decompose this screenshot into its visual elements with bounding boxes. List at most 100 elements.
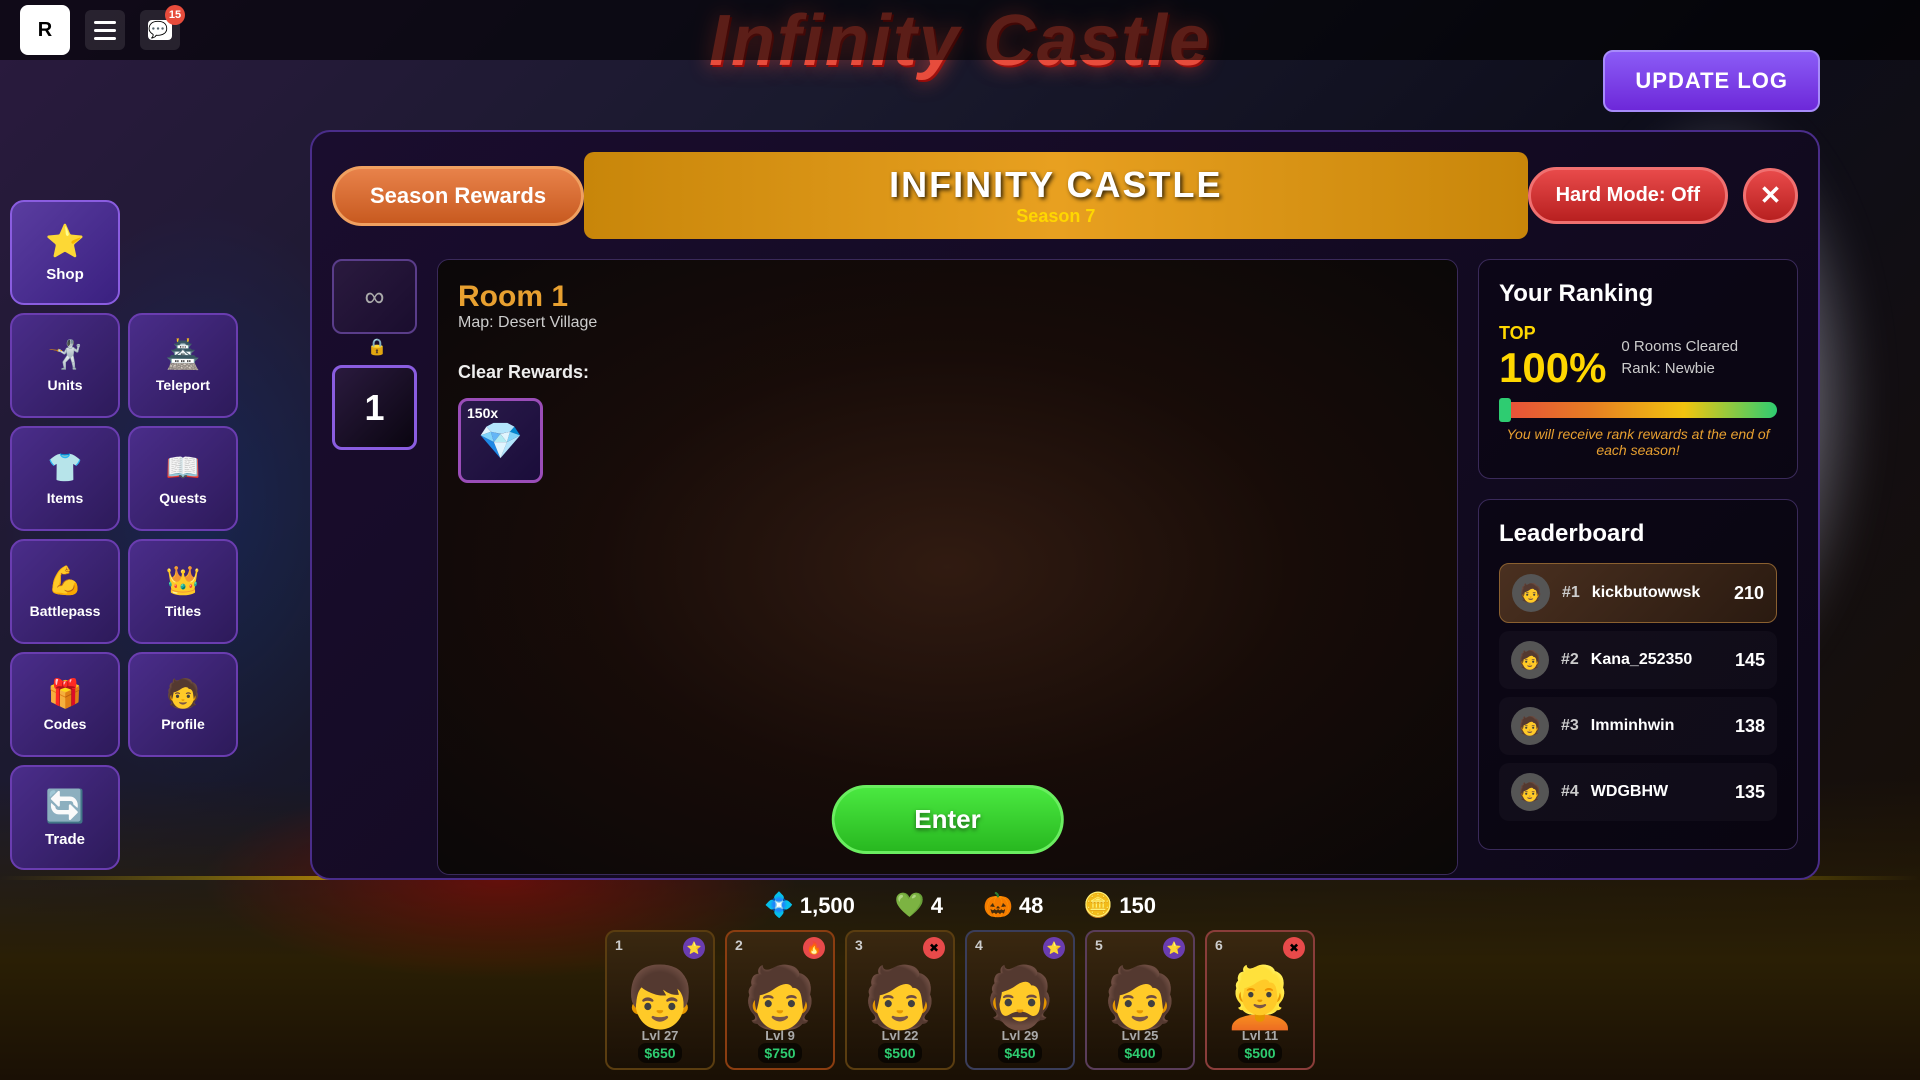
unit-slot-number: 2 [735,937,743,953]
lb-name: Kana_252350 [1591,651,1723,669]
roblox-logo[interactable]: R [20,5,70,55]
unit-price: $500 [878,1043,921,1063]
unit-figure: 🧔 [983,968,1058,1028]
lock-icon: 🔒 [332,337,422,357]
unit-slot[interactable]: 1 ⭐ 👦 Lvl 27 $650 [605,930,715,1070]
unit-figure: 🧑 [863,968,938,1028]
leaderboard-item: 🧑 #4 WDGBHW 135 [1499,763,1777,821]
sidebar-item-battlepass[interactable]: 💪 Battlepass [10,539,120,644]
unit-badge: ✖ [1283,937,1305,959]
rank-bar [1499,402,1777,418]
infinity-castle-title: INFINITY CASTLE [634,164,1477,206]
unit-level: Lvl 11 [1242,1028,1278,1043]
unit-slot-number: 4 [975,937,983,953]
infinity-icon: ∞ [365,281,385,313]
leaderboard-section: Leaderboard 🧑 #1 kickbutowwsk 210 🧑 #2 K… [1478,499,1798,850]
room-number-button[interactable]: 1 [332,365,417,450]
leaderboard-item: 🧑 #1 kickbutowwsk 210 [1499,563,1777,623]
menu-button[interactable] [85,10,125,50]
reward-item[interactable]: 150x 💎 [458,398,543,483]
lb-name: WDGBHW [1591,783,1723,801]
units-label: Units [48,377,83,393]
profile-icon: 🧑 [166,677,201,710]
sidebar-item-titles[interactable]: 👑 Titles [128,539,238,644]
ranking-panel: Your Ranking TOP 100% 0 Rooms Cleared Ra… [1478,259,1798,875]
trade-icon: 🔄 [45,787,85,825]
sidebar-item-shop[interactable]: ⭐ Shop [10,200,120,305]
unit-slot[interactable]: 4 ⭐ 🧔 Lvl 29 $450 [965,930,1075,1070]
sidebar-item-profile[interactable]: 🧑 Profile [128,652,238,757]
ranking-top-row: TOP 100% 0 Rooms Cleared Rank: Newbie [1499,323,1777,392]
unit-figure: 🧑 [743,968,818,1028]
unit-badge: ⭐ [683,937,705,959]
currency-coins: 🎃 48 [983,891,1043,920]
coins-icon: 🎃 [983,891,1013,920]
modal-content: ∞ 🔒 1 Room 1 Map: Desert Village Clear R… [332,259,1798,875]
currency-row: 💠 1,500 💚 4 🎃 48 🪙 150 [764,891,1156,920]
sidebar-item-trade[interactable]: 🔄 Trade [10,765,120,870]
shop-icon: ⭐ [45,222,85,260]
your-ranking-section: Your Ranking TOP 100% 0 Rooms Cleared Ra… [1478,259,1798,479]
chat-button[interactable]: 💬 15 [140,10,180,50]
units-icon: 🤺 [48,338,83,371]
lb-avatar: 🧑 [1512,574,1550,612]
sidebar-item-units[interactable]: 🤺 Units [10,313,120,418]
sidebar-item-teleport[interactable]: 🏯 Teleport [128,313,238,418]
leaderboard-item: 🧑 #3 Imminhwin 138 [1499,697,1777,755]
gems-icon: 💠 [764,891,794,920]
unit-slot-number: 5 [1095,937,1103,953]
unit-slot[interactable]: 5 ⭐ 🧑 Lvl 25 $400 [1085,930,1195,1070]
unit-slot-number: 1 [615,937,623,953]
unit-slot[interactable]: 6 ✖ 👱 Lvl 11 $500 [1205,930,1315,1070]
items-label: Items [47,490,84,506]
season-rewards-button[interactable]: Season Rewards [332,166,584,226]
profile-label: Profile [161,716,205,732]
lb-avatar: 🧑 [1511,773,1549,811]
quests-icon: 📖 [166,451,201,484]
unit-price: $400 [1118,1043,1161,1063]
stars-value: 150 [1119,893,1156,919]
unit-badge: ⭐ [1163,937,1185,959]
titles-icon: 👑 [166,564,201,597]
rank-label: Rank: Newbie [1621,360,1738,377]
unit-badge: ✖ [923,937,945,959]
modal-title-bg: INFINITY CASTLE Season 7 [584,152,1527,239]
room-content: Room 1 Map: Desert Village Clear Rewards… [458,280,1437,483]
ranking-title: Your Ranking [1499,280,1777,308]
room-selector: ∞ 🔒 1 [332,259,422,875]
unit-slot[interactable]: 2 🔥 🧑 Lvl 9 $750 [725,930,835,1070]
unit-price: $750 [758,1043,801,1063]
room-number: 1 [364,387,384,429]
unit-slot[interactable]: 3 ✖ 🧑 Lvl 22 $500 [845,930,955,1070]
items-icon: 👕 [48,451,83,484]
sidebar-item-quests[interactable]: 📖 Quests [128,426,238,531]
lb-score: 135 [1735,782,1765,803]
room-map: Map: Desert Village [458,314,1437,332]
trade-label: Trade [45,831,85,848]
enter-button[interactable]: Enter [831,785,1063,854]
titles-label: Titles [165,603,201,619]
top-percent: 100% [1499,344,1606,392]
teleport-label: Teleport [156,377,210,393]
diamonds-icon: 💚 [895,891,925,920]
hard-mode-button[interactable]: Hard Mode: Off [1528,167,1728,224]
infinity-castle-subtitle: Season 7 [634,206,1477,227]
lb-score: 138 [1735,716,1765,737]
room-title: Room 1 [458,280,1437,314]
currency-stars: 🪙 150 [1083,891,1156,920]
close-button[interactable]: ✕ [1743,168,1798,223]
battlepass-label: Battlepass [30,603,101,619]
sidebar-item-items[interactable]: 👕 Items [10,426,120,531]
room-infinity-button[interactable]: ∞ [332,259,417,334]
unit-level: Lvl 25 [1122,1028,1159,1043]
lb-rank: #3 [1561,717,1579,735]
unit-level: Lvl 29 [1002,1028,1039,1043]
lb-name: kickbutowwsk [1592,584,1722,602]
sidebar-item-codes[interactable]: 🎁 Codes [10,652,120,757]
update-log-button[interactable]: UPDATE LOG [1603,50,1820,112]
unit-price: $500 [1238,1043,1281,1063]
chat-badge: 15 [165,5,185,25]
sidebar-row-3: 💪 Battlepass 👑 Titles [10,539,238,644]
modal-title: INFINITY CASTLE Season 7 [584,152,1527,239]
ranking-top-block: TOP 100% [1499,323,1606,392]
